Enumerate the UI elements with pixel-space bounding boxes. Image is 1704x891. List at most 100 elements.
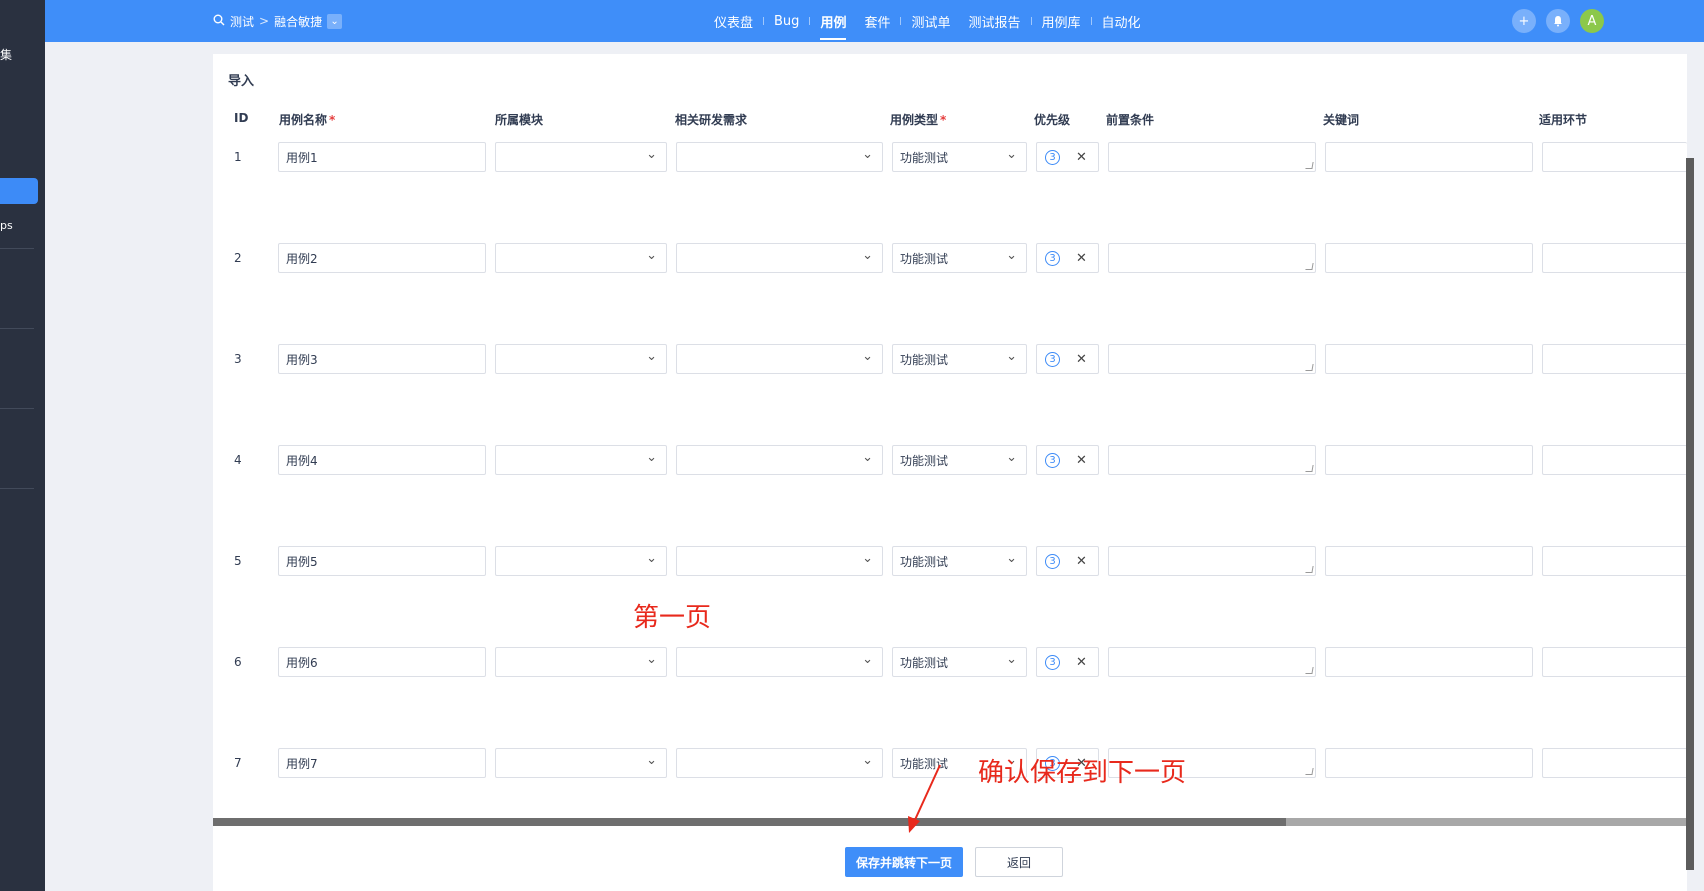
priority-picker[interactable]: 3 ✕ — [1036, 142, 1099, 172]
case-name-input[interactable]: 用例3 — [278, 344, 486, 374]
close-icon[interactable]: ✕ — [1076, 251, 1087, 266]
story-select[interactable] — [676, 243, 883, 273]
required-mark: * — [940, 113, 947, 127]
nav-testreport[interactable]: 测试报告 — [959, 0, 1029, 42]
col-header-type: 用例类型 * — [890, 111, 946, 128]
module-select[interactable] — [495, 142, 667, 172]
bell-icon[interactable] — [1546, 9, 1570, 33]
story-select[interactable] — [676, 748, 883, 778]
nav-suite[interactable]: 套件 — [855, 0, 899, 42]
nav-automation[interactable]: 自动化 — [1093, 0, 1150, 42]
case-type-select[interactable]: 功能测试 — [892, 647, 1027, 677]
case-type-select[interactable]: 功能测试 — [892, 344, 1027, 374]
case-name-input[interactable]: 用例5 — [278, 546, 486, 576]
horizontal-scrollbar[interactable] — [213, 818, 1687, 826]
precondition-textarea[interactable] — [1108, 243, 1316, 273]
nav-bug[interactable]: Bug — [765, 0, 808, 42]
col-header-stage: 适用环节 — [1539, 113, 1588, 127]
priority-picker[interactable]: 3 ✕ — [1036, 647, 1099, 677]
stage-select[interactable] — [1542, 748, 1687, 778]
story-select[interactable] — [676, 344, 883, 374]
nav-testcase[interactable]: 用例 — [811, 0, 855, 42]
stage-select[interactable] — [1542, 243, 1687, 273]
col-header-id: ID — [234, 111, 249, 125]
priority-picker[interactable]: 3 ✕ — [1036, 445, 1099, 475]
module-select[interactable] — [495, 243, 667, 273]
sidebar-active-item[interactable] — [0, 178, 38, 204]
module-select[interactable] — [495, 647, 667, 677]
story-select[interactable] — [676, 546, 883, 576]
close-icon[interactable]: ✕ — [1076, 150, 1087, 165]
keywords-input[interactable] — [1325, 748, 1533, 778]
stage-select[interactable] — [1542, 647, 1687, 677]
precondition-textarea[interactable] — [1108, 344, 1316, 374]
col-header-precondition: 前置条件 — [1106, 113, 1155, 127]
save-and-next-button[interactable]: 保存并跳转下一页 — [845, 847, 963, 877]
chevron-down-icon[interactable]: ⌄ — [327, 13, 343, 29]
col-header-story: 相关研发需求 — [675, 113, 748, 127]
close-icon[interactable]: ✕ — [1076, 655, 1087, 670]
table-row: 1用例1功能测试3✕ — [213, 142, 1687, 172]
keywords-input[interactable] — [1325, 546, 1533, 576]
scrollbar-thumb[interactable] — [213, 818, 1286, 826]
case-name-input[interactable]: 用例7 — [278, 748, 486, 778]
nav-testtask[interactable]: 测试单 — [902, 0, 959, 42]
precondition-textarea[interactable] — [1108, 546, 1316, 576]
breadcrumb: 测试 > 融合敏捷 ⌄ — [213, 0, 343, 42]
back-button[interactable]: 返回 — [975, 847, 1063, 877]
keywords-input[interactable] — [1325, 142, 1533, 172]
priority-value: 3 — [1045, 351, 1060, 367]
stage-select[interactable] — [1542, 445, 1687, 475]
case-type-select[interactable]: 功能测试 — [892, 445, 1027, 475]
keywords-input[interactable] — [1325, 647, 1533, 677]
stage-select[interactable] — [1542, 142, 1687, 172]
close-icon[interactable]: ✕ — [1076, 453, 1087, 468]
priority-picker[interactable]: 3 ✕ — [1036, 546, 1099, 576]
close-icon[interactable]: ✕ — [1076, 352, 1087, 367]
case-name-input[interactable]: 用例4 — [278, 445, 486, 475]
case-type-select[interactable]: 功能测试 — [892, 142, 1027, 172]
case-type-select[interactable]: 功能测试 — [892, 243, 1027, 273]
vertical-scrollbar[interactable] — [1686, 158, 1694, 870]
priority-picker[interactable]: 3 ✕ — [1036, 344, 1099, 374]
nav-caselib[interactable]: 用例库 — [1033, 0, 1090, 42]
sidebar-label-fragment[interactable]: 集 — [0, 46, 12, 63]
breadcrumb-project[interactable]: 融合敏捷 — [274, 13, 322, 30]
case-name-input[interactable]: 用例2 — [278, 243, 486, 273]
case-name-input[interactable]: 用例6 — [278, 647, 486, 677]
module-select[interactable] — [495, 748, 667, 778]
precondition-textarea[interactable] — [1108, 647, 1316, 677]
keywords-input[interactable] — [1325, 344, 1533, 374]
precondition-textarea[interactable] — [1108, 445, 1316, 475]
left-sidebar: 集 ps — [0, 0, 45, 891]
breadcrumb-product[interactable]: 测试 — [230, 13, 254, 30]
story-select[interactable] — [676, 647, 883, 677]
precondition-textarea[interactable] — [1108, 142, 1316, 172]
plus-icon[interactable]: + — [1512, 9, 1536, 33]
sidebar-label-fragment-2[interactable]: ps — [0, 219, 13, 232]
col-header-priority: 优先级 — [1034, 113, 1071, 127]
module-select[interactable] — [495, 546, 667, 576]
keywords-input[interactable] — [1325, 243, 1533, 273]
story-select[interactable] — [676, 142, 883, 172]
story-select[interactable] — [676, 445, 883, 475]
priority-value: 3 — [1045, 654, 1060, 670]
module-select[interactable] — [495, 445, 667, 475]
close-icon[interactable]: ✕ — [1076, 554, 1087, 569]
search-icon[interactable] — [213, 14, 225, 29]
row-id: 3 — [234, 352, 242, 366]
case-name-input[interactable]: 用例1 — [278, 142, 486, 172]
stage-select[interactable] — [1542, 344, 1687, 374]
priority-picker[interactable]: 3 ✕ — [1036, 243, 1099, 273]
keywords-input[interactable] — [1325, 445, 1533, 475]
annotation-first-page: 第一页 — [633, 603, 712, 633]
avatar[interactable]: A — [1580, 9, 1604, 33]
priority-value: 3 — [1045, 553, 1060, 569]
module-select[interactable] — [495, 344, 667, 374]
top-header: 测试 > 融合敏捷 ⌄ 仪表盘 Bug 用例 套件 测试单 测试报告 用例库 自… — [45, 0, 1704, 42]
case-type-select[interactable]: 功能测试 — [892, 546, 1027, 576]
nav-dashboard[interactable]: 仪表盘 — [705, 0, 762, 42]
col-header-name-label: 用例名称 — [279, 113, 328, 127]
stage-select[interactable] — [1542, 546, 1687, 576]
main-nav: 仪表盘 Bug 用例 套件 测试单 测试报告 用例库 自动化 — [705, 0, 1150, 42]
